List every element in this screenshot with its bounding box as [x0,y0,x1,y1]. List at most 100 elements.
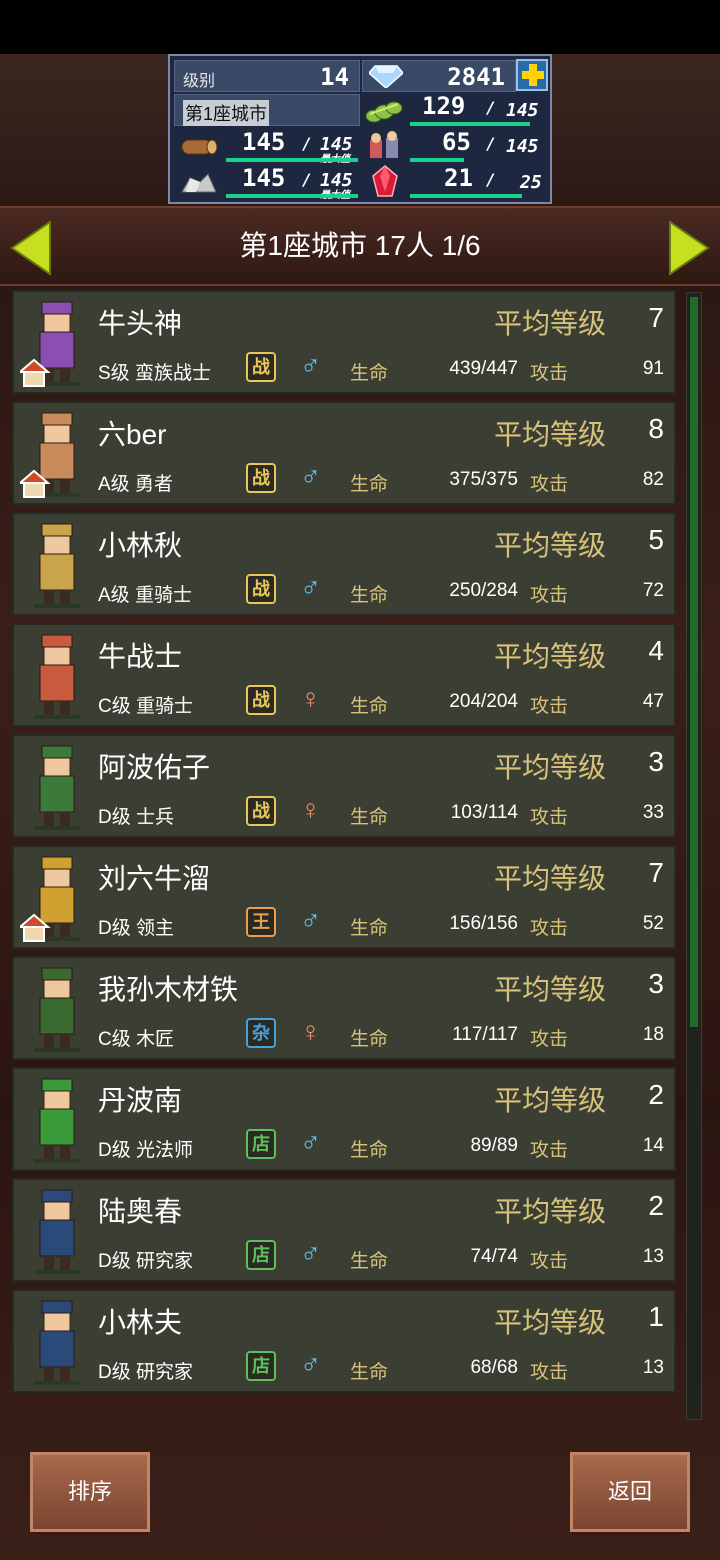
role-badge: 店 [246,1351,276,1381]
life-label: 生命 [350,696,389,717]
attack-value: 47 [642,691,664,712]
character-name: 刘六牛溜 [98,863,211,894]
attack-value: 33 [642,802,664,823]
average-level-label: 平均等级 [494,1085,607,1116]
crystal-bar [410,194,522,198]
wood-icon [178,130,220,167]
male-icon: ♂ [300,1238,321,1269]
crystal-slash: / [486,170,496,189]
ore-icon [178,166,218,203]
average-level-value: 3 [648,968,664,999]
attack-value: 72 [642,580,664,601]
average-level-value: 7 [648,857,664,888]
role-badge: 战 [246,463,276,493]
character-class: A级 重骑士 [98,585,192,606]
attack-value: 18 [642,1024,664,1045]
wood-bar [226,158,358,162]
page-title: 第1座城市 17人 1/6 [239,230,481,261]
city-cell: 第1座城市 [174,94,360,126]
character-name: 我孙木材铁 [98,974,239,1005]
list-item[interactable]: 小林秋 平均等级 5 A级 重骑士 战 ♂ 生命 250/284 攻击 72 [12,512,676,616]
attack-label: 攻击 [530,1029,569,1050]
character-avatar [20,1297,94,1387]
character-name: 小林夫 [98,1307,183,1338]
character-class: D级 士兵 [98,807,175,828]
ore-slash: / [302,170,312,189]
character-name: 牛头神 [98,308,183,339]
list-item[interactable]: 小林夫 平均等级 1 D级 研究家 店 ♂ 生命 68/68 攻击 13 [12,1289,676,1393]
character-avatar [17,409,94,499]
list-item[interactable]: 陆奥春 平均等级 2 D级 研究家 店 ♂ 生命 74/74 攻击 13 [12,1178,676,1282]
life-value: 103/114 [450,802,518,823]
list-item[interactable]: 阿波佑子 平均等级 3 D级 士兵 战 ♀ 生命 103/114 攻击 33 [12,734,676,838]
life-value: 74/74 [470,1246,518,1267]
ore-bar [226,194,358,198]
life-value: 204/204 [449,691,518,712]
life-value: 375/375 [449,469,518,490]
list-item[interactable]: 刘六牛溜 平均等级 7 D级 领主 王 ♂ 生命 156/156 攻击 52 [12,845,676,949]
average-level-label: 平均等级 [494,308,607,339]
average-level-label: 平均等级 [494,974,607,1005]
male-icon: ♂ [300,905,321,936]
life-label: 生命 [350,474,389,495]
attack-label: 攻击 [530,585,569,606]
food-max: 145 [506,100,539,121]
average-level-label: 平均等级 [494,530,607,561]
scrollbar[interactable] [686,292,702,1420]
attack-value: 52 [642,913,664,934]
life-label: 生命 [350,1029,389,1050]
city-header: 第1座城市 17人 1/6 [0,206,720,286]
level-value: 14 [320,63,349,91]
character-class: S级 蛮族战士 [98,363,211,384]
average-level-value: 7 [648,302,664,333]
life-label: 生命 [350,1251,389,1272]
food-icon [364,94,404,131]
character-class: C级 木匠 [98,1029,175,1050]
list-item[interactable]: 我孙木材铁 平均等级 3 C级 木匠 杂 ♀ 生命 117/117 攻击 18 [12,956,676,1060]
character-avatar [20,1186,94,1276]
arrow-left-icon [10,220,51,276]
attack-value: 91 [642,358,664,379]
female-icon: ♀ [300,794,321,825]
life-value: 117/117 [452,1024,518,1045]
average-level-value: 2 [648,1190,664,1221]
list-item[interactable]: 丹波南 平均等级 2 D级 光法师 店 ♂ 生命 89/89 攻击 14 [12,1067,676,1171]
add-gems-button[interactable] [516,59,548,91]
character-class: D级 光法师 [98,1140,194,1161]
role-badge: 杂 [246,1018,276,1048]
life-label: 生命 [350,918,389,939]
food-slash: / [486,98,496,117]
list-item[interactable]: 六ber 平均等级 8 A级 勇者 战 ♂ 生命 375/375 攻击 82 [12,401,676,505]
list-item[interactable]: 牛战士 平均等级 4 C级 重骑士 战 ♀ 生命 204/204 攻击 47 [12,623,676,727]
resident-list[interactable]: 牛头神 平均等级 7 S级 蛮族战士战 ♂ 生命 439/447 攻击 91 六ber 平均等级 8 A… [12,290,678,1422]
crystal-icon [370,164,400,205]
next-city-button[interactable] [666,220,712,276]
male-icon: ♂ [300,350,321,381]
attack-label: 攻击 [530,807,569,828]
sort-button[interactable]: 排序 [30,1452,150,1532]
arrow-right-icon [669,220,710,276]
life-value: 250/284 [449,580,518,601]
female-icon: ♀ [300,683,321,714]
attack-label: 攻击 [530,918,569,939]
attack-label: 攻击 [530,1362,569,1383]
life-label: 生命 [350,363,389,384]
merchants-slash: / [486,134,496,153]
gem-value: 2841 [447,63,505,91]
back-button[interactable]: 返回 [570,1452,690,1532]
life-value: 439/447 [449,358,518,379]
role-badge: 王 [246,907,276,937]
wood-slash: / [302,134,312,153]
wood-current: 145 [242,128,286,156]
list-item[interactable]: 牛头神 平均等级 7 S级 蛮族战士 战 ♂ 生命 439/447 攻击 91 [12,290,676,394]
character-class: A级 勇者 [98,474,173,495]
gem-cell: 2841 [362,60,516,92]
attack-value: 13 [642,1246,664,1267]
life-label: 生命 [350,807,389,828]
prev-city-button[interactable] [8,220,54,276]
scrollbar-thumb[interactable] [690,297,698,1027]
life-label: 生命 [350,1362,389,1383]
character-name: 丹波南 [98,1085,183,1116]
merchants-bar [410,158,464,162]
level-cell: 级别 14 [174,60,360,92]
